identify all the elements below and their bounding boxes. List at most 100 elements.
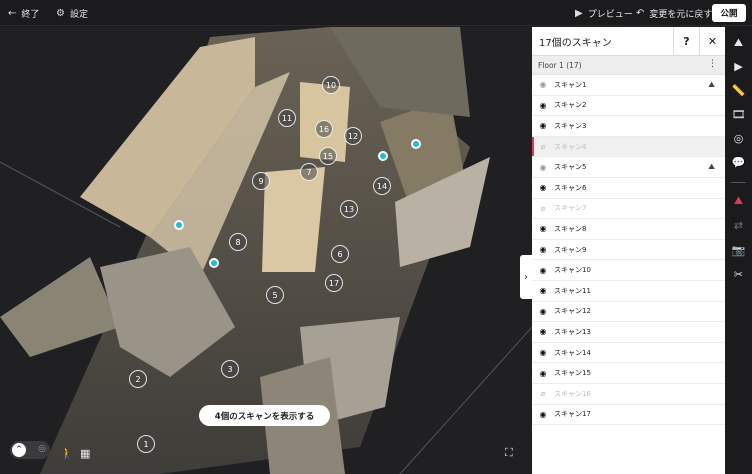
scan-marker[interactable]: 3: [221, 360, 239, 378]
scan-marker[interactable]: 7: [300, 163, 318, 181]
undo-button[interactable]: ↶ 変更を元に戻す: [636, 0, 712, 26]
start-location-icon[interactable]: ⛰: [708, 162, 715, 172]
collapse-panel-tab[interactable]: ›: [520, 255, 532, 299]
scan-label: スキャン15: [554, 369, 591, 378]
scan-label: スキャン16: [554, 389, 591, 398]
floor-header[interactable]: Floor 1 (17) ⋮: [532, 56, 725, 75]
scan-marker[interactable]: 16: [315, 120, 333, 138]
scan-row[interactable]: ◉ スキャン1 ⛰: [532, 75, 725, 96]
scan-row[interactable]: ◉ スキャン9: [532, 240, 725, 261]
eye-icon[interactable]: ◉: [532, 369, 554, 378]
eye-off-icon[interactable]: ⌀: [532, 389, 554, 398]
ruler-icon[interactable]: 📏: [725, 79, 752, 101]
show-scans-button[interactable]: 4個のスキャンを表示する: [199, 405, 330, 426]
comment-icon[interactable]: 💬: [725, 151, 752, 173]
scan-label: スキャン4: [554, 142, 587, 151]
close-button[interactable]: ✕: [699, 26, 725, 56]
scan-row[interactable]: ◉ スキャン15: [532, 363, 725, 384]
eye-icon[interactable]: ◉: [532, 327, 554, 336]
help-button[interactable]: ?: [673, 26, 699, 56]
view-mode-toggle[interactable]: ⌃ ◎: [10, 441, 50, 459]
eye-icon[interactable]: ◉: [532, 183, 554, 192]
tag-icon[interactable]: ▶: [725, 55, 752, 77]
scan-label: スキャン11: [554, 286, 591, 295]
camera-icon[interactable]: 📷: [725, 239, 752, 261]
scan-marker[interactable]: 1: [137, 435, 155, 453]
preview-button[interactable]: ▶ プレビュー: [575, 0, 633, 26]
scan-marker[interactable]: 17: [325, 274, 343, 292]
scan-visibility-icon[interactable]: ⛰: [725, 190, 752, 212]
scan-marker[interactable]: 8: [229, 233, 247, 251]
scan-row-selected[interactable]: ⌀ スキャン4: [532, 136, 725, 158]
hidden-scan-dot[interactable]: [209, 258, 219, 268]
scan-row[interactable]: ◉ スキャン5 ⛰: [532, 157, 725, 178]
chevron-right-icon: ›: [524, 271, 528, 283]
play-circle-icon: ◎: [38, 444, 46, 454]
preview-label: プレビュー: [587, 9, 633, 20]
3d-viewport[interactable]: 1 2 3 5 6 7 8 9 10 11 12 13 14 15 16 17 …: [0, 27, 532, 474]
eye-icon[interactable]: ◉: [532, 348, 554, 357]
scan-label: スキャン5: [554, 163, 587, 172]
exit-button[interactable]: ← 終了: [8, 0, 39, 26]
settings-button[interactable]: ⚙ 設定: [56, 0, 88, 26]
scan-marker[interactable]: 10: [322, 76, 340, 94]
scan-marker[interactable]: 13: [340, 200, 358, 218]
eye-off-icon[interactable]: ⌀: [532, 142, 554, 151]
scan-row[interactable]: ◉ スキャン12: [532, 302, 725, 323]
scan-panel: 17個のスキャン ? ✕ Floor 1 (17) ⋮ ◉ スキャン1 ⛰ ◉ スキャ…: [532, 26, 725, 474]
eye-icon[interactable]: ◉: [532, 286, 554, 295]
hidden-scan-dot[interactable]: [411, 139, 421, 149]
scan-row[interactable]: ◉ スキャン11: [532, 281, 725, 302]
eye-icon[interactable]: ◉: [532, 224, 554, 233]
play-icon: ▶: [575, 7, 583, 19]
arrow-left-icon: ←: [8, 7, 17, 19]
swap-icon[interactable]: ⇄: [725, 214, 752, 236]
fullscreen-icon[interactable]: ⛶: [505, 446, 513, 460]
more-vertical-icon[interactable]: ⋮: [708, 59, 717, 69]
eye-icon[interactable]: ◉: [532, 410, 554, 419]
eye-icon[interactable]: ◉: [532, 245, 554, 254]
eye-icon[interactable]: ◉: [532, 266, 554, 275]
eye-dim-icon[interactable]: ◉: [532, 80, 554, 89]
eye-icon[interactable]: ◉: [532, 307, 554, 316]
eye-off-icon[interactable]: ⌀: [532, 204, 554, 213]
start-location-tool-icon[interactable]: ⛰: [725, 32, 752, 54]
hidden-scan-dot[interactable]: [174, 220, 184, 230]
scan-label: スキャン6: [554, 183, 587, 192]
scan-row[interactable]: ◉ スキャン6: [532, 178, 725, 199]
hidden-scan-dot[interactable]: [378, 151, 388, 161]
scan-row[interactable]: ◉ スキャン17: [532, 405, 725, 426]
scan-label: スキャン2: [554, 101, 587, 110]
scan-marker[interactable]: 11: [278, 109, 296, 127]
scan-marker[interactable]: 9: [252, 172, 270, 190]
scan-marker[interactable]: 12: [344, 127, 362, 145]
undo-icon: ↶: [636, 7, 645, 19]
start-location-icon[interactable]: ⛰: [708, 80, 715, 90]
floorplan-icon[interactable]: ▦: [80, 447, 90, 460]
scan-label: スキャン7: [554, 204, 587, 213]
walk-icon[interactable]: 🚶: [60, 447, 74, 460]
scan-row[interactable]: ⌀ スキャン7: [532, 199, 725, 220]
scan-row[interactable]: ◉ スキャン13: [532, 322, 725, 343]
scan-row[interactable]: ⌀ スキャン16: [532, 384, 725, 405]
eye-icon[interactable]: ◉: [532, 121, 554, 130]
scan-row[interactable]: ◉ スキャン14: [532, 343, 725, 364]
scissors-icon[interactable]: ✂: [725, 263, 752, 285]
scan-marker[interactable]: 6: [331, 245, 349, 263]
scan-marker[interactable]: 14: [373, 177, 391, 195]
scan-row[interactable]: ◉ スキャン2: [532, 96, 725, 117]
scan-label: スキャン1: [554, 80, 587, 89]
top-bar: ← 終了 ⚙ 設定 ▶ プレビュー ↶ 変更を元に戻す 公開: [0, 0, 752, 26]
eye-icon[interactable]: ◉: [532, 101, 554, 110]
scan-row[interactable]: ◉ スキャン3: [532, 116, 725, 137]
scan-marker[interactable]: 5: [266, 286, 284, 304]
scan-row[interactable]: ◉ スキャン10: [532, 260, 725, 281]
film-icon[interactable]: 🎞: [725, 103, 752, 125]
publish-button[interactable]: 公開: [712, 4, 746, 22]
scan-marker[interactable]: 2: [129, 370, 147, 388]
scan-row[interactable]: ◉ スキャン8: [532, 219, 725, 240]
target-icon[interactable]: ◎: [725, 127, 752, 149]
settings-label: 設定: [69, 9, 88, 20]
eye-dim-icon[interactable]: ◉: [532, 163, 554, 172]
scan-marker[interactable]: 15: [319, 147, 337, 165]
